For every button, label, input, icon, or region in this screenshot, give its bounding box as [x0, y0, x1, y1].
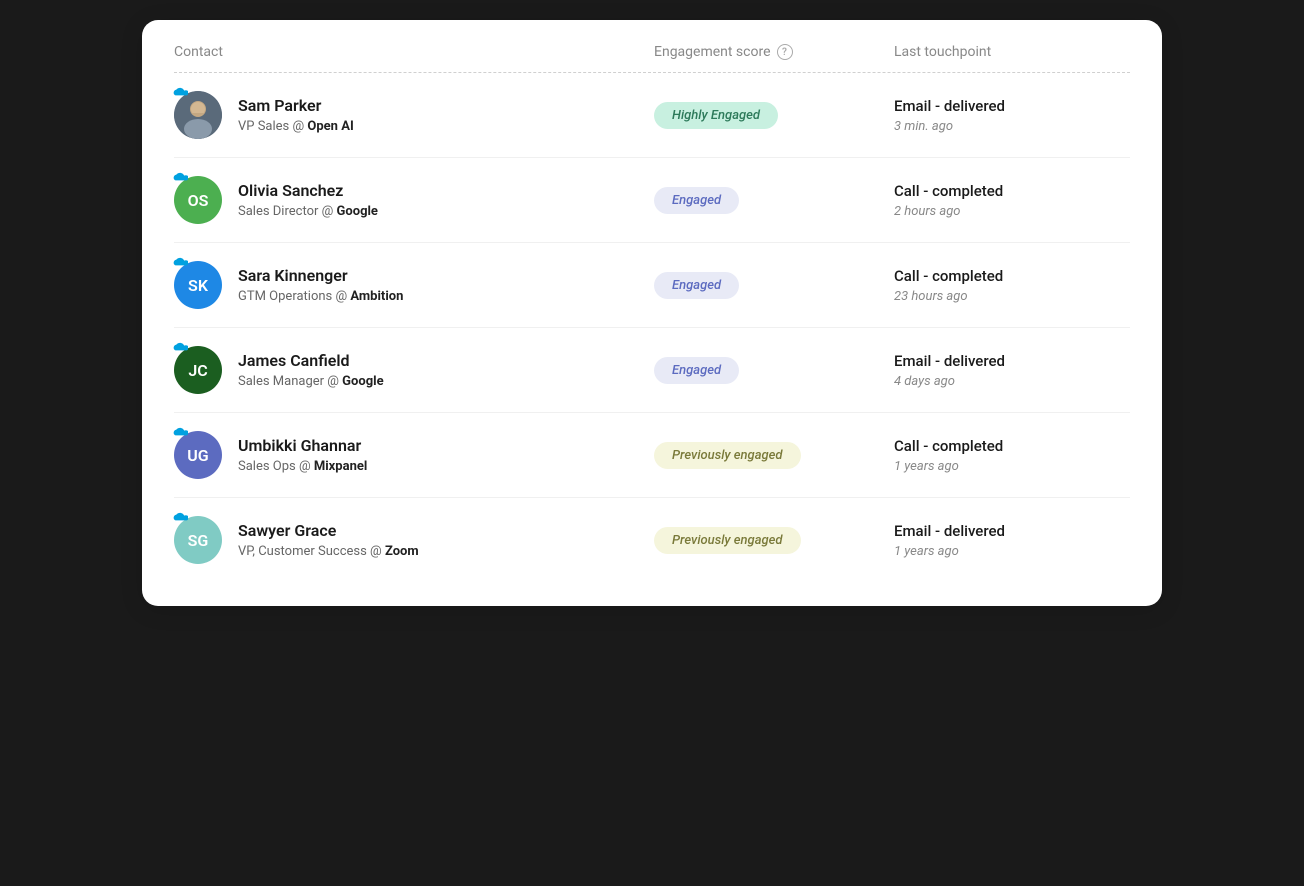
engagement-badge-cell: Engaged: [654, 272, 894, 299]
engagement-badge: Highly Engaged: [654, 102, 778, 129]
contact-details: James Canfield Sales Manager @ Google: [238, 351, 384, 389]
engagement-badge-cell: Highly Engaged: [654, 102, 894, 129]
touchpoint-time: 23 hours ago: [894, 289, 1130, 304]
header-touchpoint: Last touchpoint: [894, 44, 1130, 60]
touchpoint-cell: Call - completed 1 years ago: [894, 437, 1130, 474]
contact-info: SK Sara Kinnenger GTM Operations @ Ambit…: [174, 261, 654, 309]
touchpoint-cell: Call - completed 2 hours ago: [894, 182, 1130, 219]
avatar-wrapper: SG: [174, 516, 222, 564]
engagement-badge-cell: Previously engaged: [654, 527, 894, 554]
engagement-badge: Engaged: [654, 272, 739, 299]
contact-name: Umbikki Ghannar: [238, 436, 367, 455]
header-engagement: Engagement score ?: [654, 44, 894, 60]
touchpoint-type: Call - completed: [894, 437, 1130, 455]
salesforce-icon: [170, 427, 188, 441]
avatar-wrapper: UG: [174, 431, 222, 479]
table-row[interactable]: SG Sawyer Grace VP, Customer Success @ Z…: [174, 498, 1130, 582]
touchpoint-cell: Email - delivered 3 min. ago: [894, 97, 1130, 134]
avatar-wrapper: SK: [174, 261, 222, 309]
touchpoint-cell: Call - completed 23 hours ago: [894, 267, 1130, 304]
engagement-badge: Previously engaged: [654, 442, 801, 469]
contact-info: JC James Canfield Sales Manager @ Google: [174, 346, 654, 394]
salesforce-icon: [170, 172, 188, 186]
contacts-list: Sam Parker VP Sales @ Open AI Highly Eng…: [174, 73, 1130, 582]
contact-name: Olivia Sanchez: [238, 181, 378, 200]
touchpoint-type: Email - delivered: [894, 352, 1130, 370]
salesforce-icon: [170, 87, 188, 101]
touchpoint-time: 3 min. ago: [894, 119, 1130, 134]
touchpoint-time: 4 days ago: [894, 374, 1130, 389]
touchpoint-cell: Email - delivered 1 years ago: [894, 522, 1130, 559]
salesforce-icon: [170, 257, 188, 271]
contact-info: SG Sawyer Grace VP, Customer Success @ Z…: [174, 516, 654, 564]
engagement-badge: Engaged: [654, 357, 739, 384]
contact-details: Sara Kinnenger GTM Operations @ Ambition: [238, 266, 403, 304]
table-row[interactable]: UG Umbikki Ghannar Sales Ops @ Mixpanel …: [174, 413, 1130, 498]
table-header: Contact Engagement score ? Last touchpoi…: [174, 44, 1130, 73]
contact-details: Olivia Sanchez Sales Director @ Google: [238, 181, 378, 219]
salesforce-icon: [170, 342, 188, 356]
contact-info: UG Umbikki Ghannar Sales Ops @ Mixpanel: [174, 431, 654, 479]
contact-info: Sam Parker VP Sales @ Open AI: [174, 91, 654, 139]
engagement-badge: Engaged: [654, 187, 739, 214]
touchpoint-time: 1 years ago: [894, 544, 1130, 559]
contact-role: Sales Ops @ Mixpanel: [238, 459, 367, 474]
contact-role: Sales Director @ Google: [238, 204, 378, 219]
touchpoint-time: 2 hours ago: [894, 204, 1130, 219]
engagement-badge-cell: Previously engaged: [654, 442, 894, 469]
contacts-table: Contact Engagement score ? Last touchpoi…: [142, 20, 1162, 606]
contact-name: Sara Kinnenger: [238, 266, 403, 285]
contact-role: Sales Manager @ Google: [238, 374, 384, 389]
table-row[interactable]: OS Olivia Sanchez Sales Director @ Googl…: [174, 158, 1130, 243]
table-row[interactable]: JC James Canfield Sales Manager @ Google…: [174, 328, 1130, 413]
touchpoint-type: Call - completed: [894, 267, 1130, 285]
touchpoint-cell: Email - delivered 4 days ago: [894, 352, 1130, 389]
contact-name: Sam Parker: [238, 96, 354, 115]
contact-details: Sam Parker VP Sales @ Open AI: [238, 96, 354, 134]
engagement-info-icon[interactable]: ?: [777, 44, 793, 60]
contact-info: OS Olivia Sanchez Sales Director @ Googl…: [174, 176, 654, 224]
contact-details: Umbikki Ghannar Sales Ops @ Mixpanel: [238, 436, 367, 474]
avatar-wrapper: [174, 91, 222, 139]
contact-name: Sawyer Grace: [238, 521, 419, 540]
contact-name: James Canfield: [238, 351, 384, 370]
avatar-wrapper: OS: [174, 176, 222, 224]
touchpoint-time: 1 years ago: [894, 459, 1130, 474]
header-contact: Contact: [174, 44, 654, 60]
salesforce-icon: [170, 512, 188, 526]
touchpoint-type: Call - completed: [894, 182, 1130, 200]
contact-role: VP, Customer Success @ Zoom: [238, 544, 419, 559]
contact-role: VP Sales @ Open AI: [238, 119, 354, 134]
contact-details: Sawyer Grace VP, Customer Success @ Zoom: [238, 521, 419, 559]
table-row[interactable]: SK Sara Kinnenger GTM Operations @ Ambit…: [174, 243, 1130, 328]
touchpoint-type: Email - delivered: [894, 522, 1130, 540]
table-row[interactable]: Sam Parker VP Sales @ Open AI Highly Eng…: [174, 73, 1130, 158]
engagement-badge-cell: Engaged: [654, 187, 894, 214]
contact-role: GTM Operations @ Ambition: [238, 289, 403, 304]
engagement-badge: Previously engaged: [654, 527, 801, 554]
engagement-badge-cell: Engaged: [654, 357, 894, 384]
avatar-wrapper: JC: [174, 346, 222, 394]
touchpoint-type: Email - delivered: [894, 97, 1130, 115]
